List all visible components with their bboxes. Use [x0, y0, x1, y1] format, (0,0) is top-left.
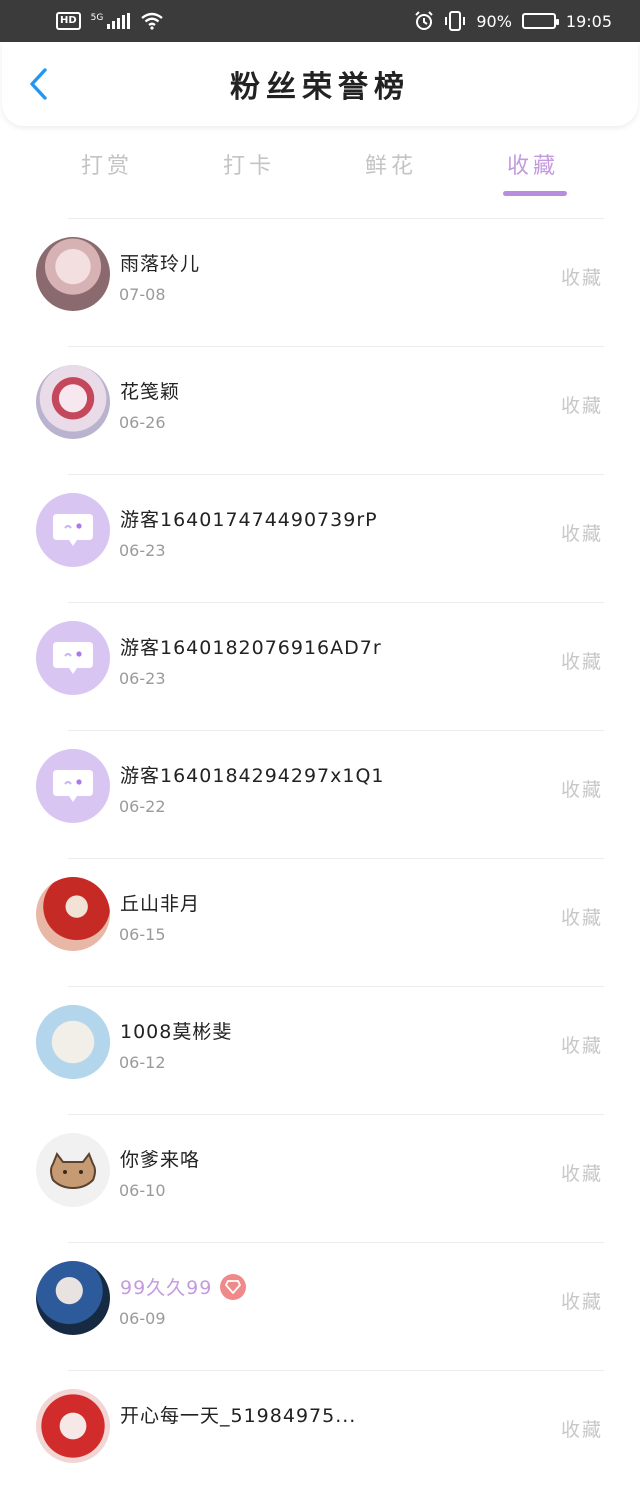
chat-bubble-icon — [53, 642, 93, 674]
fan-date: 06-22 — [119, 797, 166, 816]
status-bar: HD 5G 90% 19:05 — [0, 0, 640, 42]
fan-name: 你爹来咯 — [120, 1149, 201, 1171]
fan-date: 06-23 — [119, 541, 166, 560]
alarm-icon — [415, 11, 434, 30]
action-label: 收藏 — [560, 651, 603, 673]
fan-name-vip: 99久久99 — [120, 1273, 247, 1300]
list-item[interactable]: 丘山非月 06-15 收藏 — [0, 859, 640, 986]
guest-avatar — [36, 749, 110, 823]
network-type: 5G — [90, 13, 104, 23]
action-label: 收藏 — [560, 1291, 603, 1313]
fan-name: 1008莫彬斐 — [120, 1021, 233, 1043]
list-item[interactable]: 游客1640182076916AD7r 06-23 收藏 — [0, 603, 640, 730]
wifi-icon — [141, 12, 164, 30]
avatar — [36, 1389, 110, 1463]
action-label: 收藏 — [560, 395, 603, 417]
action-label: 收藏 — [560, 779, 603, 801]
guest-avatar — [36, 621, 110, 695]
fan-date: 06-09 — [119, 1309, 166, 1328]
tab-favorites[interactable]: 收藏 — [483, 136, 583, 202]
fan-name: 游客1640182076916AD7r — [120, 637, 382, 659]
signal-icon — [107, 13, 131, 29]
list-item[interactable]: 1008莫彬斐 06-12 收藏 — [0, 987, 640, 1114]
tab-bar: 打赏 打卡 鲜花 收藏 — [0, 136, 640, 202]
chat-bubble-icon — [53, 770, 93, 802]
fan-list: 雨落玲儿 07-08 收藏 花笺颖 06-26 收藏 游客16401747449… — [0, 218, 640, 1498]
avatar — [36, 877, 110, 951]
list-item[interactable]: 开心每一天_51984975... 收藏 — [0, 1371, 640, 1498]
fan-name: 游客1640184294297x1Q1 — [120, 765, 385, 787]
avatar — [36, 237, 110, 311]
avatar — [36, 1261, 110, 1335]
fan-name: 花笺颖 — [120, 381, 181, 403]
tab-checkin[interactable]: 打卡 — [199, 136, 299, 202]
avatar — [36, 1005, 110, 1079]
fan-name: 雨落玲儿 — [120, 253, 201, 275]
back-button[interactable] — [22, 68, 54, 100]
action-label: 收藏 — [560, 907, 603, 929]
fan-date: 06-26 — [119, 413, 166, 432]
action-label: 收藏 — [560, 1163, 603, 1185]
action-label: 收藏 — [560, 1035, 603, 1057]
battery-percent: 90% — [476, 11, 512, 31]
hd-badge: HD — [56, 12, 81, 30]
chat-bubble-icon — [53, 514, 93, 546]
status-left: HD 5G — [56, 12, 164, 30]
fan-date: 06-15 — [119, 925, 166, 944]
fan-name: 丘山非月 — [120, 893, 201, 915]
vibrate-icon — [445, 11, 466, 31]
fan-date: 06-23 — [119, 669, 166, 688]
list-item[interactable]: 99久久99 06-09 收藏 — [0, 1243, 640, 1370]
fan-name: 游客1640174744907​39rP — [120, 509, 378, 531]
action-label: 收藏 — [560, 1419, 603, 1441]
list-item[interactable]: 花笺颖 06-26 收藏 — [0, 347, 640, 474]
list-item[interactable]: 雨落玲儿 07-08 收藏 — [0, 219, 640, 346]
fan-date: 06-12 — [119, 1053, 166, 1072]
tab-reward[interactable]: 打赏 — [57, 136, 157, 202]
vip-name-text: 99久久99 — [120, 1277, 213, 1299]
fan-date: 06-10 — [119, 1181, 166, 1200]
page-title: 粉丝荣誉榜 — [230, 70, 410, 105]
avatar — [36, 1133, 110, 1207]
clock: 19:05 — [565, 11, 612, 31]
fan-name: 开心每一天_51984975... — [120, 1405, 357, 1427]
avatar — [36, 365, 110, 439]
battery-icon — [521, 13, 559, 29]
fan-date: 07-08 — [119, 285, 166, 304]
list-item[interactable]: 游客1640184294297x1Q1 06-22 收藏 — [0, 731, 640, 858]
cat-icon — [50, 1151, 96, 1190]
list-item[interactable]: 游客1640174744907​39rP 06-23 收藏 — [0, 475, 640, 602]
guest-avatar — [36, 493, 110, 567]
status-right: 90% 19:05 — [414, 11, 612, 31]
chevron-left-icon — [30, 68, 47, 100]
action-label: 收藏 — [560, 267, 603, 289]
vip-diamond-icon — [220, 1273, 247, 1300]
page-header: 粉丝荣誉榜 — [2, 42, 638, 126]
list-item[interactable]: 你爹来咯 06-10 收藏 — [0, 1115, 640, 1242]
action-label: 收藏 — [560, 523, 603, 545]
tab-flowers[interactable]: 鲜花 — [341, 136, 441, 202]
